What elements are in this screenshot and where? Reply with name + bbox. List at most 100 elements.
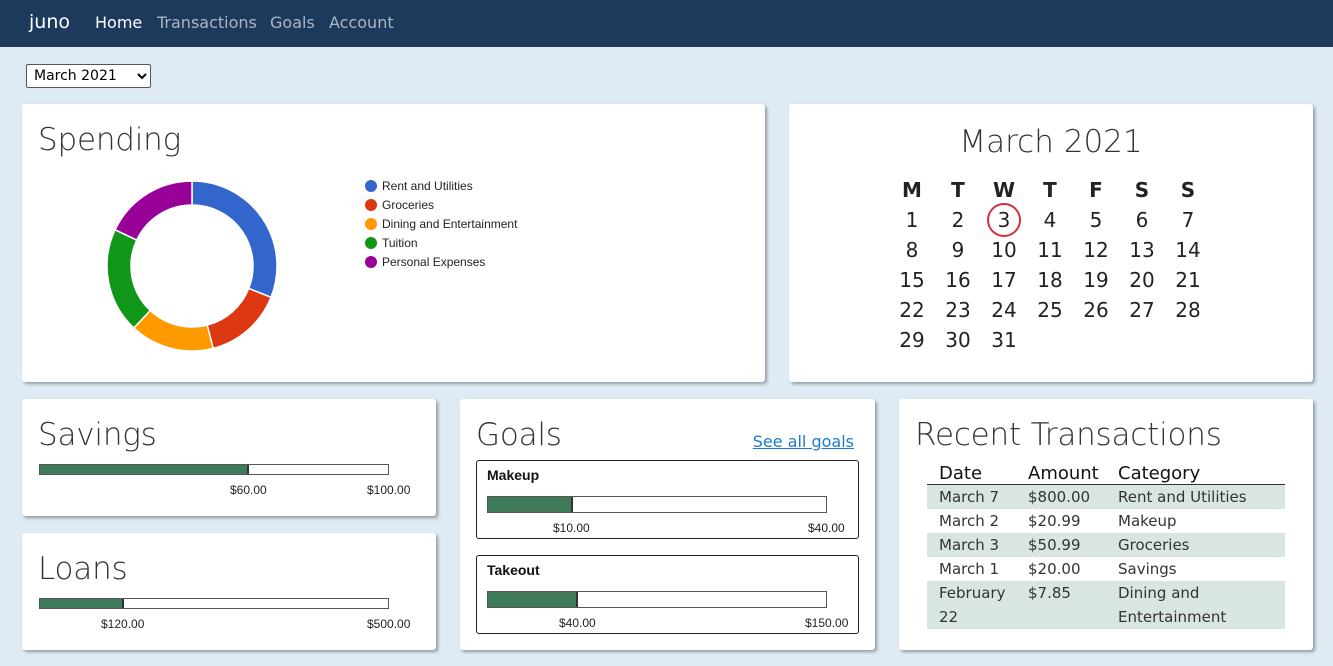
calendar-day[interactable]: 6 — [1119, 208, 1165, 232]
cell-date: March 3 — [939, 536, 1000, 554]
legend-label: Dining and Entertainment — [382, 217, 518, 231]
see-all-goals-link[interactable]: See all goals — [753, 432, 854, 451]
calendar-weekday-header: M — [902, 178, 922, 202]
donut-slice-personal-expenses[interactable] — [114, 180, 193, 242]
calendar-day[interactable]: 5 — [1073, 208, 1119, 232]
calendar-day[interactable]: 28 — [1165, 298, 1211, 322]
calendar-day[interactable]: 4 — [1027, 208, 1073, 232]
calendar-day[interactable]: 18 — [1027, 268, 1073, 292]
goal-card-takeout[interactable]: Takeout $40.00 $150.00 — [476, 555, 859, 634]
goal-target-amount: $40.00 — [808, 521, 845, 535]
spending-donut-chart — [106, 180, 278, 352]
calendar-day[interactable]: 2 — [935, 208, 981, 232]
calendar-day[interactable]: 24 — [981, 298, 1027, 322]
table-row[interactable]: February 22 $7.85 Dining and Entertainme… — [927, 581, 1285, 629]
month-select[interactable]: March 2021 — [26, 64, 151, 88]
calendar-day[interactable]: 10 — [981, 238, 1027, 262]
calendar-day[interactable]: 1 — [889, 208, 935, 232]
legend-item[interactable]: Rent and Utilities — [365, 177, 473, 195]
goal-name: Takeout — [487, 562, 540, 578]
brand-logo[interactable]: juno — [29, 11, 70, 33]
calendar-day[interactable]: 21 — [1165, 268, 1211, 292]
calendar-day[interactable]: 26 — [1073, 298, 1119, 322]
calendar-day[interactable]: 3 — [981, 208, 1027, 232]
legend-item[interactable]: Tuition — [365, 234, 418, 252]
calendar-day[interactable]: 16 — [935, 268, 981, 292]
donut-slice-dining-and-entertainment[interactable] — [132, 309, 215, 352]
cell-date: February 22 — [939, 584, 1006, 626]
loans-title: Loans — [38, 551, 128, 587]
loans-current-amount: $120.00 — [101, 617, 145, 631]
spending-title: Spending — [38, 122, 182, 158]
calendar-weekday-header: T — [1043, 178, 1057, 202]
table-row[interactable]: March 3 $50.99 Groceries — [927, 533, 1285, 557]
cell-category: Makeup — [1118, 512, 1177, 530]
calendar-day[interactable]: 15 — [889, 268, 935, 292]
recent-transactions-card: Recent Transactions Date Amount Category… — [899, 399, 1313, 650]
column-header-amount: Amount — [1028, 463, 1099, 484]
calendar-day[interactable]: 22 — [889, 298, 935, 322]
calendar-day[interactable]: 30 — [935, 328, 981, 352]
calendar-day[interactable]: 27 — [1119, 298, 1165, 322]
legend-item[interactable]: Dining and Entertainment — [365, 215, 517, 233]
legend-item[interactable]: Personal Expenses — [365, 253, 485, 271]
table-row[interactable]: March 1 $20.00 Savings — [927, 557, 1285, 581]
calendar-day[interactable]: 12 — [1073, 238, 1119, 262]
table-row[interactable]: March 7 $800.00 Rent and Utilities — [927, 485, 1285, 509]
nav-link-transactions[interactable]: Transactions — [157, 13, 257, 32]
legend-label: Rent and Utilities — [382, 179, 473, 193]
cell-date: March 7 — [939, 488, 1000, 506]
cell-amount: $20.99 — [1028, 512, 1081, 530]
nav-link-goals[interactable]: Goals — [270, 13, 315, 32]
donut-slice-tuition[interactable] — [106, 228, 152, 330]
legend-swatch — [365, 199, 377, 211]
calendar-day[interactable]: 8 — [889, 238, 935, 262]
donut-slice-rent-and-utilities[interactable] — [191, 180, 278, 299]
spending-card: Spending Rent and Utilities Groceries Dini… — [22, 104, 765, 382]
savings-progress-fill — [40, 465, 249, 474]
legend-swatch — [365, 237, 377, 249]
legend-label: Personal Expenses — [382, 255, 486, 269]
calendar-day[interactable]: 31 — [981, 328, 1027, 352]
legend-item[interactable]: Groceries — [365, 196, 434, 214]
calendar-weekday-header: S — [1134, 178, 1150, 202]
calendar-day[interactable]: 19 — [1073, 268, 1119, 292]
cell-amount: $50.99 — [1028, 536, 1081, 554]
goal-progress-bar — [487, 496, 827, 513]
calendar-title: March 2021 — [959, 124, 1143, 160]
cell-date: March 1 — [939, 560, 1000, 578]
cell-amount: $20.00 — [1028, 560, 1081, 578]
goal-name: Makeup — [487, 467, 540, 483]
nav-link-home[interactable]: Home — [95, 13, 142, 32]
goal-progress-fill — [488, 592, 579, 607]
calendar-day[interactable]: 13 — [1119, 238, 1165, 262]
cell-category: Savings — [1118, 560, 1177, 578]
goal-progress-fill — [488, 497, 573, 512]
legend-swatch — [365, 256, 377, 268]
calendar-weekday-header: S — [1180, 178, 1196, 202]
calendar-day[interactable]: 25 — [1027, 298, 1073, 322]
goal-card-makeup[interactable]: Makeup $10.00 $40.00 — [476, 460, 859, 539]
savings-current-amount: $60.00 — [230, 483, 267, 497]
transactions-title: Recent Transactions — [915, 417, 1222, 453]
loans-target-amount: $500.00 — [367, 617, 411, 631]
savings-progress-bar — [39, 464, 389, 475]
nav-link-account[interactable]: Account — [329, 13, 394, 32]
calendar-day[interactable]: 11 — [1027, 238, 1073, 262]
calendar-day[interactable]: 17 — [981, 268, 1027, 292]
column-header-category: Category — [1118, 463, 1201, 484]
calendar-day[interactable]: 9 — [935, 238, 981, 262]
legend-swatch — [365, 218, 377, 230]
calendar-card: March 2021 M T W T F S S 1 2 3 4 5 6 7 8 9 10 11 12 13 14 15 1… — [789, 104, 1313, 382]
calendar-day[interactable]: 14 — [1165, 238, 1211, 262]
calendar-day[interactable]: 20 — [1119, 268, 1165, 292]
calendar-day[interactable]: 23 — [935, 298, 981, 322]
calendar-day[interactable]: 29 — [889, 328, 935, 352]
top-navbar: juno Home Transactions Goals Account — [0, 0, 1333, 47]
table-row[interactable]: March 2 $20.99 Makeup — [927, 509, 1285, 533]
cell-category: Rent and Utilities — [1118, 488, 1247, 506]
cell-date: March 2 — [939, 512, 1000, 530]
loans-progress-bar — [39, 598, 389, 609]
donut-slice-groceries[interactable] — [206, 287, 273, 350]
calendar-day[interactable]: 7 — [1165, 208, 1211, 232]
